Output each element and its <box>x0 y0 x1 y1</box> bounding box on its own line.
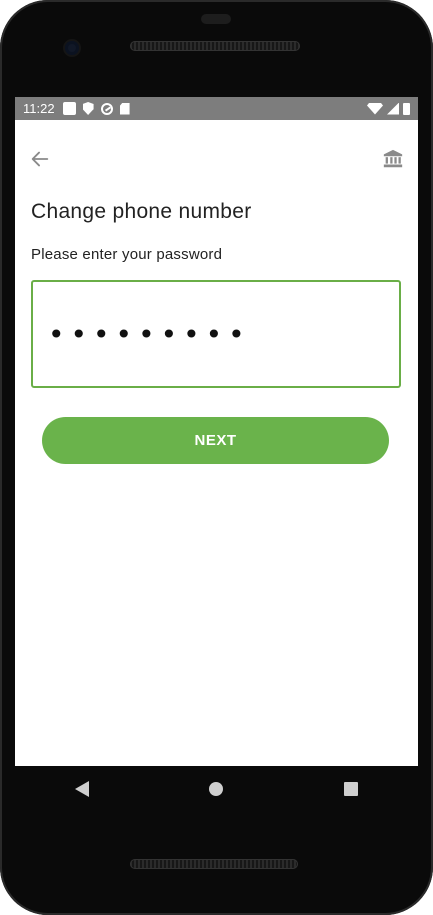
top-notch <box>201 14 231 24</box>
battery-icon <box>403 102 410 115</box>
password-input-value: ••••••••• <box>48 317 251 351</box>
shield-icon <box>82 102 94 115</box>
status-time: 11:22 <box>23 101 55 116</box>
status-left-icons <box>62 102 130 115</box>
status-right-icons <box>367 102 410 115</box>
app-bar <box>15 120 418 192</box>
system-nav-bar <box>15 766 418 812</box>
page-title: Change phone number <box>31 200 252 223</box>
password-prompt-label: Please enter your password <box>31 246 223 263</box>
next-button[interactable]: NEXT <box>42 417 389 464</box>
recents-icon[interactable] <box>343 782 358 796</box>
bottom-speaker <box>130 859 298 869</box>
cell-signal-icon <box>387 102 399 115</box>
back-icon[interactable] <box>75 781 90 797</box>
bank-icon[interactable] <box>382 148 404 170</box>
wifi-icon <box>367 102 383 115</box>
status-bar: 11:22 <box>15 97 418 120</box>
dnd-icon <box>100 102 113 115</box>
password-input[interactable]: ••••••••• <box>31 280 401 388</box>
home-icon[interactable] <box>209 782 224 796</box>
front-camera <box>65 41 79 55</box>
sd-card-icon <box>119 102 130 115</box>
arrow-left-icon[interactable] <box>29 148 51 170</box>
screen: 11:22 Change phone number Please enter y… <box>15 97 418 766</box>
square-notification-icon <box>62 102 76 115</box>
phone-device: 11:22 Change phone number Please enter y… <box>0 0 433 915</box>
earpiece-speaker <box>130 41 300 51</box>
